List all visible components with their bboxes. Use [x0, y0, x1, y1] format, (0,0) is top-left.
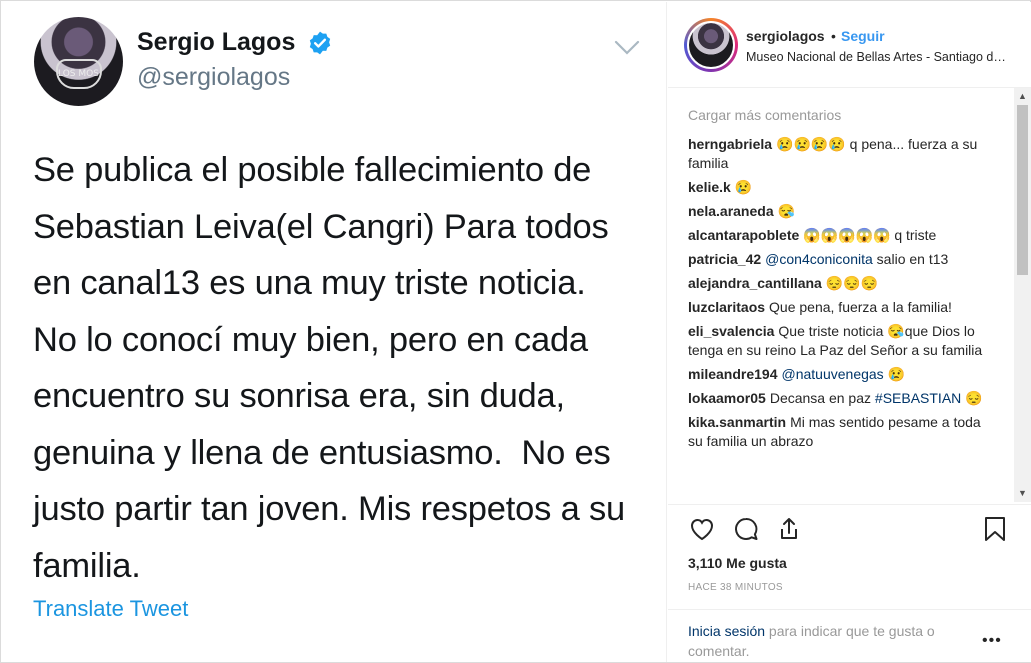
comment-username-link[interactable]: patricia_42	[688, 251, 761, 267]
comment-username-link[interactable]: alcantarapoblete	[688, 227, 799, 243]
comment-text: salio en t13	[872, 251, 949, 267]
tweet-line: Se publica el posible fallecimiento de	[33, 151, 592, 189]
follow-button[interactable]: Seguir	[841, 28, 885, 44]
tweet-line: encuentro su sonrisa era, sin duda,	[33, 377, 565, 415]
tweet-body: Se publica el posible fallecimiento de S…	[33, 142, 653, 594]
scroll-down-arrow-icon[interactable]: ▼	[1014, 485, 1031, 502]
comment-item: kika.sanmartin Mi mas sentido pesame a to…	[688, 413, 998, 451]
heart-icon[interactable]	[688, 515, 716, 543]
login-prompt: Inicia sesión para indicar que te gusta …	[668, 609, 1031, 663]
login-link[interactable]: Inicia sesión	[688, 623, 765, 639]
comment-username-link[interactable]: nela.araneda	[688, 203, 774, 219]
scroll-up-arrow-icon[interactable]: ▲	[1014, 88, 1031, 105]
comment-username-link[interactable]: herngabriela	[688, 136, 772, 152]
separator-dot: •	[831, 28, 836, 44]
comment-text: Decansa en paz	[769, 390, 875, 406]
comment-item: patricia_42 @con4coniconita salio en t13	[688, 250, 998, 269]
comment-text: 😢	[734, 179, 753, 195]
comment-username-link[interactable]: mileandre194	[688, 366, 778, 382]
translate-tweet-link: Translate Tweet	[33, 596, 189, 621]
comment-item: mileandre194 @natuuvenegas 😢	[688, 365, 998, 384]
comment-item: herngabriela 😢😢😢😢 q pena... fuerza a su f…	[688, 135, 998, 173]
comments-section: Cargar más comentarios herngabriela 😢😢😢😢 …	[668, 88, 1031, 504]
chevron-down-icon	[614, 40, 640, 55]
comment-icon[interactable]	[732, 515, 760, 543]
comment-text: 😔😔😔	[825, 275, 879, 291]
comment-username-link[interactable]: alejandra_cantillana	[688, 275, 822, 291]
tweet-author-handle: @sergiolagos	[137, 63, 291, 91]
avatar-text: LOS MOS	[58, 69, 99, 79]
location-link[interactable]: Museo Nacional de Bellas Artes - Santiag…	[746, 50, 1008, 64]
login-prompt-text: Inicia sesión para indicar que te gusta …	[688, 621, 978, 661]
comment-username-link[interactable]: eli_svalencia	[688, 323, 774, 339]
comments-scrollbar[interactable]: ▲ ▼	[1014, 88, 1031, 502]
tweet-avatar: LOS MOS	[34, 17, 123, 106]
comment-list: herngabriela 😢😢😢😢 q pena... fuerza a su f…	[688, 135, 998, 456]
avatar	[687, 21, 735, 69]
comment-hashtag-link[interactable]: #SEBASTIAN	[875, 390, 961, 406]
comment-item: kelie.k 😢	[688, 178, 998, 197]
comment-text: Que pena, fuerza a la familia!	[769, 299, 952, 315]
comment-item: alcantarapoblete 😱😱😱😱😱 q triste	[688, 226, 998, 245]
scrollbar-thumb[interactable]	[1017, 105, 1028, 275]
comment-username-link[interactable]: kelie.k	[688, 179, 731, 195]
like-count[interactable]: 3,110 Me gusta	[688, 555, 787, 571]
tweet-line: familia.	[33, 546, 141, 585]
comment-username-link[interactable]: kika.sanmartin	[688, 414, 786, 430]
verified-badge-icon	[309, 31, 331, 55]
post-frame: LOS MOS Sergio Lagos @sergiolagos Se pub…	[0, 0, 1031, 663]
comment-item: luzclaritaos Que pena, fuerza a la famili…	[688, 298, 998, 317]
profile-avatar-link[interactable]	[684, 18, 738, 72]
comment-mention-link[interactable]: @con4coniconita	[765, 251, 873, 267]
comment-text-suffix: 😔	[961, 390, 983, 406]
load-more-comments-button[interactable]: Cargar más comentarios	[688, 107, 841, 123]
comment-text: 😪	[777, 203, 796, 219]
username-link[interactable]: sergiolagos	[746, 28, 825, 44]
comment-username-link[interactable]: lokaamor05	[688, 390, 766, 406]
comment-username-link[interactable]: luzclaritaos	[688, 299, 765, 315]
tweet-image: LOS MOS Sergio Lagos @sergiolagos Se pub…	[2, 2, 667, 662]
tweet-line: en canal13 es una muy triste noticia.	[33, 264, 586, 302]
post-side-panel: sergiolagos • Seguir Museo Nacional de B…	[668, 2, 1031, 662]
comment-item: lokaamor05 Decansa en paz #SEBASTIAN 😔	[688, 389, 998, 408]
tweet-line: No lo conocí muy bien, pero en cada	[33, 320, 588, 359]
post-header: sergiolagos • Seguir Museo Nacional de B…	[668, 2, 1031, 88]
comment-item: alejandra_cantillana 😔😔😔	[688, 274, 998, 293]
comment-item: eli_svalencia Que triste noticia 😪que Dio…	[688, 322, 998, 360]
tweet-line: justo partir tan joven. Mis respetos a s…	[33, 490, 625, 528]
post-actions: 3,110 Me gusta HACE 38 MINUTOS Inicia se…	[668, 504, 1031, 662]
tweet-line: genuina y llena de entusiasmo. No es	[33, 433, 611, 472]
share-icon[interactable]	[775, 515, 803, 543]
tweet-line: Sebastian Leiva(el Cangri) Para todos	[33, 207, 609, 246]
post-timestamp[interactable]: HACE 38 MINUTOS	[688, 582, 783, 593]
comment-text: 😱😱😱😱😱 q triste	[803, 227, 937, 243]
comment-mention-link[interactable]: @natuuvenegas	[782, 366, 884, 382]
more-options-icon[interactable]: •••	[982, 632, 1002, 650]
bookmark-icon[interactable]	[981, 515, 1009, 543]
tweet-author-name: Sergio Lagos	[137, 28, 296, 56]
comment-item: nela.araneda 😪	[688, 202, 998, 221]
comment-text: 😢	[883, 366, 906, 382]
